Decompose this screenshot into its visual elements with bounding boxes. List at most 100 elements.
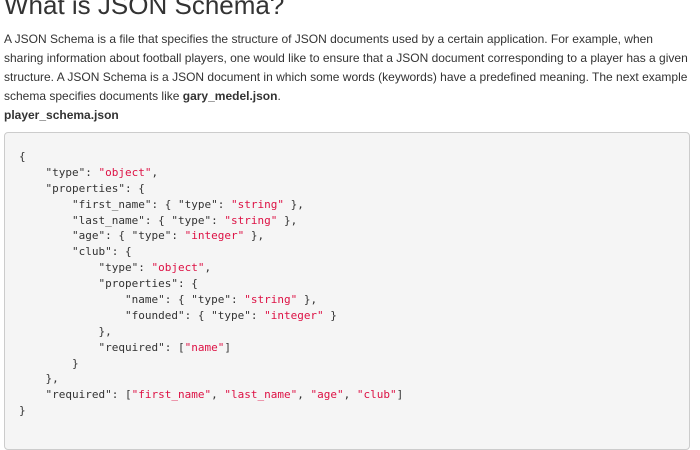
code-line: "name": { "type": "string" },: [19, 292, 689, 308]
code-punctuation-token: },: [277, 213, 298, 227]
code-punctuation-token: : {: [177, 277, 198, 291]
code-punctuation-token: [19, 293, 125, 306]
code-key-token: "type": [98, 261, 139, 275]
code-punctuation-token: :: [250, 308, 265, 322]
page-content: What is JSON Schema? A JSON Schema is a …: [0, 0, 700, 450]
code-string-token: "string": [224, 213, 278, 227]
code-line: "club": {: [19, 244, 689, 260]
code-punctuation-token: ,: [343, 388, 357, 402]
code-punctuation-token: ]: [224, 340, 231, 354]
code-punctuation-token: [19, 198, 72, 211]
code-line: "type": "object",: [19, 260, 689, 276]
code-punctuation-token: [19, 182, 46, 195]
code-string-token: "age": [310, 388, 344, 402]
code-punctuation-token: : [: [111, 388, 132, 402]
code-key-token: "type": [211, 308, 251, 322]
code-punctuation-token: : [: [164, 340, 185, 354]
code-key-token: "founded": [124, 308, 185, 322]
code-key-token: "required": [98, 340, 165, 354]
code-line: "first_name": { "type": "string" },: [19, 197, 689, 213]
page-title: What is JSON Schema?: [4, 0, 285, 20]
code-punctuation-token: : {: [184, 308, 212, 322]
code-key-token: "club": [71, 245, 112, 259]
code-punctuation-token: ,: [297, 388, 311, 402]
code-line: },: [19, 324, 689, 340]
code-line: }: [19, 356, 689, 372]
code-key-token: "age": [71, 229, 106, 243]
code-punctuation-token: : {: [124, 181, 145, 195]
code-punctuation-token: [19, 229, 72, 242]
code-punctuation-token: : {: [111, 245, 132, 259]
code-line: {: [19, 149, 689, 165]
code-punctuation-token: [19, 341, 98, 354]
code-key-token: "type": [45, 165, 86, 179]
code-punctuation-token: }: [323, 308, 337, 322]
code-punctuation-token: :: [211, 213, 225, 227]
code-punctuation-token: ,: [211, 388, 225, 402]
code-punctuation-token: },: [19, 372, 59, 386]
code-key-token: "name": [124, 293, 165, 307]
code-key-token: "properties": [98, 277, 178, 291]
code-line: "founded": { "type": "integer" }: [19, 308, 689, 324]
code-line: "required": ["first_name", "last_name", …: [19, 387, 689, 403]
code-punctuation-token: },: [244, 229, 265, 243]
code-string-token: "first_name": [131, 388, 212, 402]
code-string-token: "integer": [184, 229, 245, 243]
code-string-token: "object": [151, 261, 205, 275]
code-punctuation-token: [19, 388, 46, 401]
code-key-token: "first_name": [71, 197, 152, 211]
code-key-token: "type": [191, 293, 231, 307]
intro-paragraph: A JSON Schema is a file that specifies t…: [4, 30, 690, 106]
code-punctuation-token: [19, 245, 72, 258]
code-line: "age": { "type": "integer" },: [19, 228, 689, 244]
code-punctuation-token: [19, 214, 72, 227]
code-line: "properties": {: [19, 276, 689, 292]
code-string-token: "object": [98, 165, 152, 179]
code-line: "required": ["name"]: [19, 340, 689, 356]
code-punctuation-token: ,: [204, 261, 212, 275]
code-punctuation-token: [19, 309, 125, 322]
code-punctuation-token: [19, 277, 98, 290]
code-string-token: "club": [356, 388, 397, 402]
code-punctuation-token: [19, 166, 46, 179]
intro-text: A JSON Schema is a file that specifies t…: [4, 32, 688, 103]
code-punctuation-token: },: [19, 324, 112, 338]
code-punctuation-token: :: [217, 197, 231, 211]
code-line: "properties": {: [19, 181, 689, 197]
code-punctuation-token: : {: [151, 197, 178, 211]
code-punctuation-token: : {: [105, 229, 132, 243]
code-file-label: player_schema.json: [4, 108, 119, 122]
code-key-token: "required": [45, 388, 112, 402]
code-key-token: "type": [171, 213, 212, 227]
code-punctuation-token: : {: [164, 293, 192, 307]
code-key-token: "type": [177, 197, 218, 211]
code-key-token: "type": [131, 229, 172, 243]
code-punctuation-token: },: [297, 293, 318, 307]
code-block[interactable]: { "type": "object", "properties": { "fir…: [4, 132, 690, 450]
code-punctuation-token: ]: [396, 388, 404, 402]
code-punctuation-token: :: [230, 293, 245, 307]
code-string-token: "string": [244, 293, 298, 307]
code-punctuation-token: }: [19, 404, 26, 418]
code-punctuation-token: :: [85, 165, 99, 179]
code-punctuation-token: :: [138, 261, 152, 275]
code-line: },: [19, 371, 689, 387]
intro-end-punctuation: .: [277, 89, 281, 103]
code-punctuation-token: : {: [144, 213, 172, 227]
code-punctuation-token: },: [283, 197, 304, 211]
code-string-token: "last_name": [224, 388, 298, 402]
code-punctuation-token: }: [19, 356, 79, 370]
code-line: "type": "object",: [19, 165, 689, 181]
code-string-token: "integer": [264, 308, 324, 322]
code-line: }: [19, 403, 689, 419]
code-string-token: "name": [184, 340, 225, 354]
code-punctuation-token: {: [19, 150, 26, 163]
code-punctuation-token: [19, 261, 98, 274]
code-key-token: "last_name": [71, 213, 145, 227]
code-punctuation-token: ,: [151, 165, 159, 179]
code-string-token: "string": [230, 197, 284, 211]
code-key-token: "properties": [45, 181, 125, 195]
code-punctuation-token: :: [171, 229, 185, 243]
intro-filename: gary_medel.json: [182, 89, 278, 103]
code-line: "last_name": { "type": "string" },: [19, 213, 689, 229]
